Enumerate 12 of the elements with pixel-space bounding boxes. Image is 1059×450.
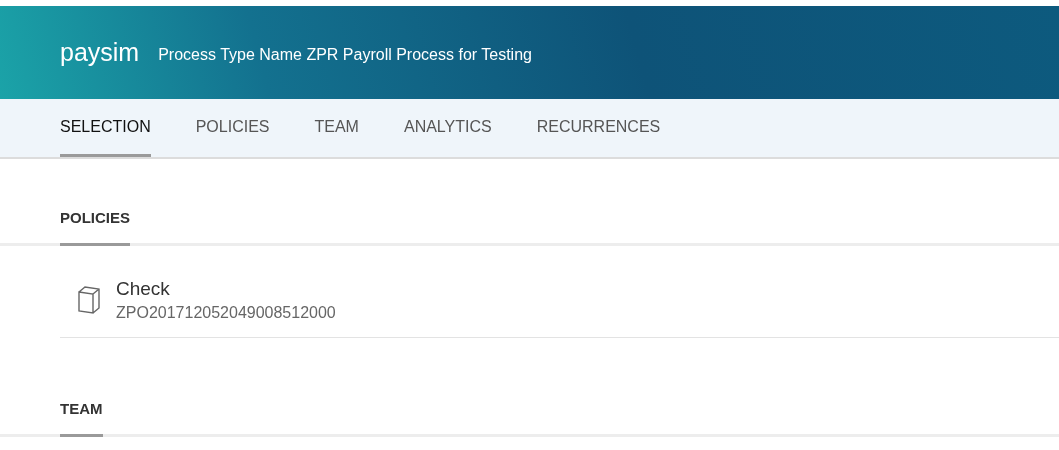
policy-id: ZPO201712052049008512000 <box>116 304 336 322</box>
tab[interactable]: POLICIES <box>195 99 270 157</box>
tab[interactable]: SELECTION <box>60 99 151 157</box>
process-subtitle: Process Type Name ZPR Payroll Process for Testing <box>158 45 532 64</box>
policy-title: Check <box>116 278 171 300</box>
tab[interactable]: ANALYTICS <box>403 99 492 157</box>
section-title: TEAM <box>60 400 103 437</box>
app-name: paysim <box>60 38 140 67</box>
section-title: POLICIES <box>60 209 130 246</box>
policy-item[interactable]: Check ZPO201712052049008512000 <box>60 246 1059 338</box>
tab[interactable]: RECURRENCES <box>536 99 661 157</box>
tab[interactable]: TEAM <box>314 99 359 157</box>
